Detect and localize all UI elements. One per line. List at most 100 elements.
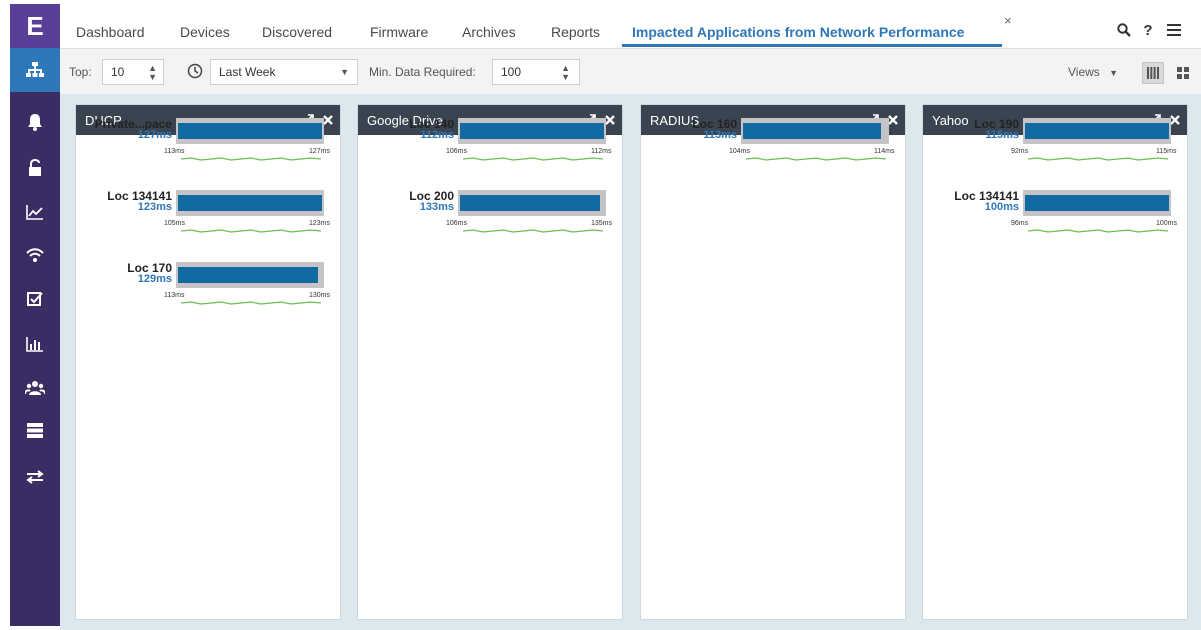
columns-icon [1147,67,1159,79]
chevron-down-icon: ▼ [340,67,349,77]
logo-letter: E [26,10,44,41]
trend-sparkline [181,229,321,233]
response-time: 100ms [984,201,1019,213]
time-range-value: Last Week [219,65,276,79]
main-menu-button[interactable] [1164,20,1184,40]
tab-reports[interactable]: Reports [551,4,600,48]
bullet-row[interactable]: Loc 200 133ms 106ms 135ms [358,189,624,249]
response-time: 133ms [419,201,454,213]
trend-sparkline [1028,229,1168,233]
range-min-label: 106ms [446,148,468,155]
wifi-icon [26,248,44,262]
stepper-down-icon[interactable]: ▼ [561,73,570,82]
search-icon [1117,23,1131,37]
response-time: 127ms [137,129,172,141]
bullet-row[interactable]: Private...pace 127ms 113ms 127ms [76,117,342,177]
nav-users[interactable] [10,366,60,410]
nav-connections[interactable] [10,455,60,499]
tab-close-icon[interactable]: × [1004,13,1012,28]
tab-discovered[interactable]: Discovered [262,4,332,48]
bullet-row[interactable]: Loc 140 112ms 106ms 112ms [358,117,624,177]
views-dropdown[interactable]: Views ▼ [1068,65,1118,79]
brand-logo[interactable]: E [10,4,60,48]
range-min-label: 104ms [729,148,751,155]
clock-icon [187,63,203,79]
filter-toolbar: Top: 10 ▲ ▼ Last Week ▼ Min. Data Requir… [60,48,1201,94]
bullet-row[interactable]: Loc 160 113ms 104ms 114ms [641,117,907,177]
response-time: 115ms [985,129,1019,141]
bullet-bar [178,123,322,139]
range-min-label: 113ms [164,292,185,299]
tab-devices[interactable]: Devices [180,4,230,48]
bullet-bar [460,195,600,211]
time-range-dropdown[interactable]: Last Week ▼ [210,59,358,85]
stepper-up-icon[interactable]: ▲ [148,64,157,73]
range-min-label: 105ms [164,220,186,227]
app-window: E Dashboard Devices Discovered Firmware … [0,0,1201,630]
trend-sparkline [463,229,603,233]
app-card-google-drive: Google Drive Loc 140 112ms 106ms 112ms Loc 20… [357,104,623,620]
help-icon: ? [1143,21,1153,39]
users-icon [25,381,45,395]
nav-server[interactable] [10,408,60,452]
main-tab-bar: Dashboard Devices Discovered Firmware Ar… [60,4,1201,48]
nav-alarms[interactable] [10,100,60,144]
search-button[interactable] [1114,20,1134,40]
range-max-label: 123ms [309,220,331,227]
trend-sparkline [181,301,321,305]
bullet-bar [178,267,318,283]
range-max-label: 135ms [591,220,613,227]
bullet-bar [1025,195,1169,211]
response-time: 123ms [137,201,172,213]
range-max-label: 114ms [874,148,895,155]
range-max-label: 130ms [309,292,331,299]
unlock-icon [29,159,41,176]
help-button[interactable]: ? [1138,20,1158,40]
min-data-label: Min. Data Required: [369,65,476,79]
bar-chart-icon [26,337,43,352]
column-view-button[interactable] [1142,62,1164,84]
tab-firmware[interactable]: Firmware [370,4,428,48]
active-tab-indicator [622,44,1002,47]
side-navigation: E [10,4,60,626]
nav-network[interactable] [10,48,60,92]
nav-compliance[interactable] [10,277,60,321]
bullet-bar [178,195,322,211]
nav-wireless[interactable] [10,233,60,277]
bullet-row[interactable]: Loc 190 115ms 92ms 115ms [923,117,1189,177]
range-min-label: 106ms [446,220,468,227]
range-max-label: 112ms [591,148,612,155]
top-count-value: 10 [111,65,125,79]
app-card-dhcp: DHCP Private...pace 127ms 113ms 127ms Loc 134… [75,104,341,620]
bell-icon [28,114,42,131]
stepper-down-icon[interactable]: ▼ [148,73,157,82]
grid-view-button[interactable] [1172,62,1194,84]
trend-sparkline [181,157,321,161]
bullet-bar [1025,123,1169,139]
line-chart-icon [26,205,43,220]
transfer-arrows-icon [26,470,44,484]
min-data-value: 100 [501,65,522,79]
views-label: Views [1068,65,1100,79]
bullet-bar [743,123,881,139]
min-data-stepper[interactable]: 100 ▲ ▼ [492,59,580,85]
range-max-label: 127ms [309,148,331,155]
tab-archives[interactable]: Archives [462,4,516,48]
top-count-stepper[interactable]: 10 ▲ ▼ [102,59,164,85]
top-label: Top: [69,65,92,79]
nav-access-control[interactable] [10,146,60,190]
bullet-row[interactable]: Loc 134141 123ms 105ms 123ms [76,189,342,249]
range-max-label: 115ms [1156,148,1177,155]
grid-icon [1177,67,1189,79]
stepper-up-icon[interactable]: ▲ [561,64,570,73]
bullet-row[interactable]: Loc 170 129ms 113ms 130ms [76,261,342,321]
server-icon [27,423,43,438]
bullet-row[interactable]: Loc 134141 100ms 96ms 100ms [923,189,1189,249]
dashboard-content: DHCP Private...pace 127ms 113ms 127ms Loc 134… [60,94,1201,630]
menu-icon [1167,24,1181,36]
tab-dashboard[interactable]: Dashboard [76,4,145,48]
nav-analytics[interactable] [10,190,60,234]
response-time: 129ms [137,273,172,285]
tab-impacted-applications[interactable]: Impacted Applications from Network Perfo… [632,4,964,48]
nav-reports[interactable] [10,322,60,366]
